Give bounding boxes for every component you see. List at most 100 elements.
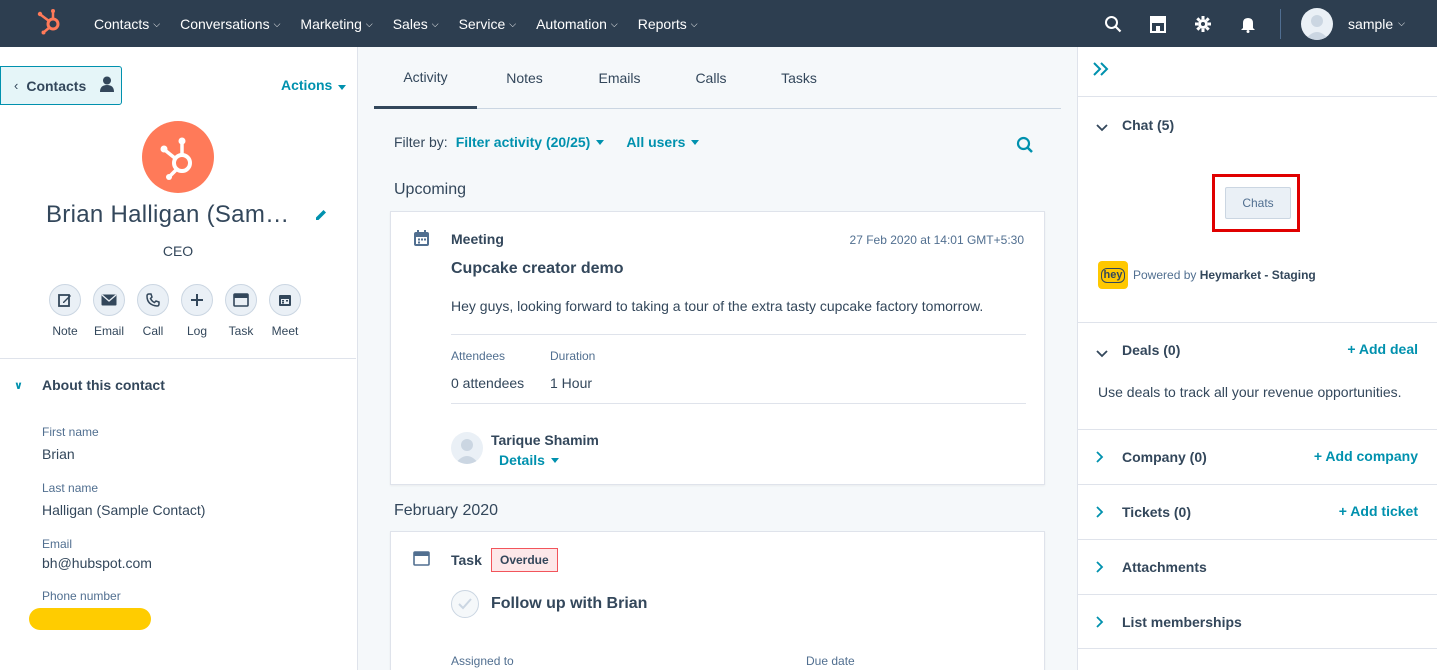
caret-down-icon	[691, 139, 700, 145]
details-dropdown[interactable]: Details	[499, 452, 559, 468]
caret-down-icon	[550, 457, 559, 463]
attachments-section-title[interactable]: Attachments	[1122, 559, 1207, 575]
chevron-down-icon[interactable]	[1096, 119, 1108, 137]
tab-tasks[interactable]: Tasks	[755, 47, 843, 109]
actions-dropdown[interactable]: Actions	[281, 77, 347, 93]
add-ticket-link[interactable]: + Add ticket	[1339, 503, 1418, 519]
about-contact-toggle[interactable]: ∨ About this contact	[14, 377, 165, 393]
month-header: February 2020	[394, 502, 499, 519]
complete-task-checkbox[interactable]	[451, 590, 479, 618]
chats-button[interactable]: Chats	[1225, 187, 1291, 219]
nav-conversations[interactable]: Conversations ⌵	[180, 16, 280, 32]
deals-section: Deals (0) + Add deal Use deals to track …	[1078, 322, 1437, 429]
task-icon[interactable]	[225, 284, 257, 316]
filter-activity-dropdown[interactable]: Filter activity (20/25)	[456, 134, 605, 150]
meeting-title[interactable]: Cupcake creator demo	[451, 260, 624, 278]
chat-section: Chat (5) Chats hey Powered by Heymarket …	[1078, 96, 1437, 322]
add-deal-link[interactable]: + Add deal	[1347, 341, 1418, 357]
assigned-to-label: Assigned to	[451, 654, 514, 668]
nav-contacts[interactable]: Contacts ⌵	[94, 16, 160, 32]
chevron-left-icon: ‹	[14, 78, 19, 93]
overdue-badge: Overdue	[491, 548, 558, 572]
deals-section-title[interactable]: Deals (0)	[1122, 342, 1180, 358]
account-avatar[interactable]	[1301, 7, 1334, 40]
divider	[0, 358, 356, 359]
list-memberships-section: List memberships	[1078, 594, 1437, 649]
nav-automation[interactable]: Automation ⌵	[536, 16, 618, 32]
back-to-contacts-button[interactable]: ‹ Contacts	[0, 66, 122, 105]
plus-icon[interactable]	[181, 284, 213, 316]
task-action[interactable]: Task	[219, 284, 263, 338]
chevron-down-icon: ∨	[14, 379, 23, 392]
chevron-right-icon[interactable]	[1096, 615, 1104, 633]
tab-notes[interactable]: Notes	[477, 47, 572, 109]
nav-marketing[interactable]: Marketing ⌵	[300, 16, 372, 32]
contact-avatar	[142, 121, 214, 193]
activity-timestamp: 27 Feb 2020 at 14:01 GMT+5:30	[849, 233, 1024, 247]
email-action[interactable]: Email	[87, 284, 131, 338]
chevron-down-icon: ⌵	[1398, 18, 1405, 28]
attendees-label: Attendees	[451, 349, 506, 363]
tab-calls[interactable]: Calls	[667, 47, 755, 109]
chevron-right-icon[interactable]	[1096, 450, 1104, 468]
chat-section-title[interactable]: Chat (5)	[1122, 117, 1174, 133]
divider	[451, 334, 1026, 335]
field-value-last-name[interactable]: Halligan (Sample Contact)	[42, 502, 205, 518]
all-users-dropdown[interactable]: All users	[626, 134, 700, 150]
attachments-section: Attachments	[1078, 539, 1437, 594]
marketplace-icon[interactable]	[1148, 14, 1168, 34]
contact-name: Brian Halligan (Sam…	[46, 201, 290, 228]
chevron-right-icon[interactable]	[1096, 505, 1104, 523]
envelope-icon[interactable]	[93, 284, 125, 316]
contact-sidebar: ‹ Contacts Actions Brian Halligan (Sam… …	[0, 47, 358, 670]
meet-action[interactable]: Meet	[263, 284, 307, 338]
chevron-down-icon: ⌵	[365, 19, 373, 29]
tab-emails[interactable]: Emails	[572, 47, 667, 109]
call-action[interactable]: Call	[131, 284, 175, 338]
organizer-name: Tarique Shamim	[491, 432, 599, 448]
log-action[interactable]: Log	[175, 284, 219, 338]
edit-pencil-icon[interactable]	[314, 208, 328, 227]
bell-icon[interactable]	[1238, 14, 1258, 34]
collapse-sidebar-icon[interactable]	[1092, 60, 1110, 83]
field-value-email[interactable]: bh@hubspot.com	[42, 555, 152, 571]
deals-description: Use deals to track all your revenue oppo…	[1098, 384, 1402, 400]
field-label-phone: Phone number	[42, 589, 121, 603]
list-memberships-section-title[interactable]: List memberships	[1122, 614, 1242, 630]
search-icon[interactable]	[1103, 14, 1123, 34]
gear-icon[interactable]	[1193, 14, 1213, 34]
task-title[interactable]: Follow up with Brian	[491, 595, 647, 613]
chevron-down-icon[interactable]	[1096, 345, 1108, 363]
field-value-first-name[interactable]: Brian	[42, 446, 75, 462]
account-menu[interactable]: sample ⌵	[1348, 16, 1405, 32]
nav-reports[interactable]: Reports ⌵	[638, 16, 698, 32]
nav-divider	[1280, 8, 1282, 39]
note-action[interactable]: Note	[43, 284, 87, 338]
field-label-first-name: First name	[42, 425, 99, 439]
chevron-down-icon: ⌵	[690, 19, 698, 29]
calendar-icon[interactable]	[269, 284, 301, 316]
company-section-title[interactable]: Company (0)	[1122, 449, 1207, 465]
activity-type: Meeting	[451, 231, 504, 247]
nav-sales[interactable]: Sales ⌵	[393, 16, 439, 32]
due-date-label: Due date	[806, 654, 855, 668]
phone-icon[interactable]	[137, 284, 169, 316]
tickets-section-title[interactable]: Tickets (0)	[1122, 504, 1191, 520]
chevron-right-icon[interactable]	[1096, 560, 1104, 578]
nav-service[interactable]: Service ⌵	[459, 16, 517, 32]
meeting-body: Hey guys, looking forward to taking a to…	[451, 298, 984, 314]
hubspot-logo-icon[interactable]	[36, 7, 64, 35]
note-icon[interactable]	[49, 284, 81, 316]
activity-type: Task	[451, 552, 482, 568]
attendees-value[interactable]: 0 attendees	[451, 375, 524, 391]
filter-row: Filter by: Filter activity (20/25) All u…	[394, 134, 700, 150]
checkmark-icon	[458, 598, 472, 610]
tickets-section: Tickets (0) + Add ticket	[1078, 484, 1437, 539]
search-activity-icon[interactable]	[1016, 136, 1034, 159]
tab-activity[interactable]: Activity	[374, 47, 477, 109]
duration-value[interactable]: 1 Hour	[550, 375, 592, 391]
add-company-link[interactable]: + Add company	[1314, 448, 1418, 464]
upcoming-header: Upcoming	[394, 181, 467, 198]
field-label-email: Email	[42, 537, 73, 551]
chevron-down-icon: ⌵	[610, 19, 618, 29]
